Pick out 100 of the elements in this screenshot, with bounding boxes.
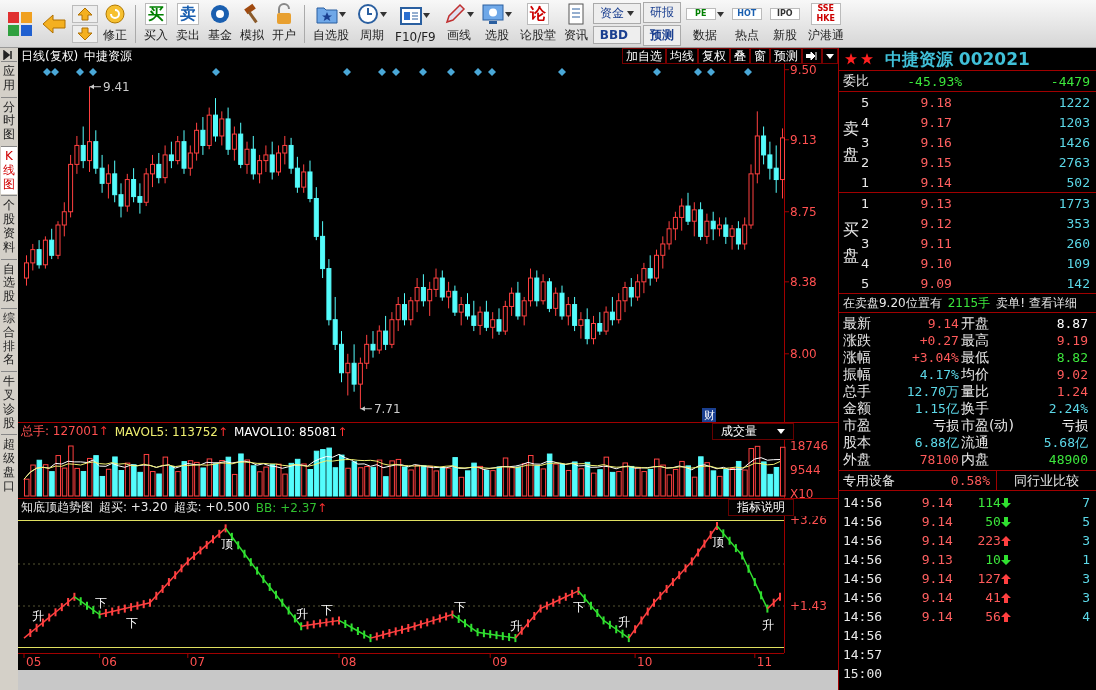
chart-button[interactable]: 加自选 <box>621 48 666 64</box>
legend-label: MAVOL5: 113752↑ <box>114 424 228 439</box>
toolbar-button[interactable]: 周期 <box>354 1 390 46</box>
signal-label: 升 <box>617 614 630 629</box>
tick-price: 9.13 <box>920 552 953 567</box>
notice-amount: 2115手 <box>947 294 991 312</box>
tick-volume: 50 <box>984 514 1001 529</box>
level-number: 3 <box>860 235 871 251</box>
tick-time: 14:56 <box>842 533 884 548</box>
toolbar-button[interactable]: 资金 <box>592 3 641 24</box>
glyph-icon: 论 <box>526 3 549 25</box>
level-number: 5 <box>860 275 871 291</box>
toolbar-button[interactable]: F10/F9 <box>392 1 439 46</box>
stat-value: 8.82 <box>1055 349 1089 366</box>
toolbar-button[interactable]: 买 买入 <box>141 1 171 46</box>
signal-label: 升 <box>510 619 523 634</box>
toolbar-button[interactable]: 自选股 <box>310 1 352 46</box>
axis-label: 9.13 <box>789 132 817 147</box>
toolbar-button[interactable]: 选股 <box>478 1 515 46</box>
glyph-icon: PE <box>685 8 716 20</box>
toolbar-button[interactable]: IPO 新股 <box>766 1 803 46</box>
stat-label: 最低 <box>960 349 990 366</box>
stat-label: 外盘 <box>842 451 872 468</box>
axis-label: 8.38 <box>789 274 817 289</box>
stat-value: 9.14 <box>926 315 960 332</box>
bid-price: 9.13 <box>919 195 953 211</box>
legend-label: 超卖: +0.500 <box>173 499 250 516</box>
toolbar-button[interactable]: 预测 <box>642 24 681 46</box>
tick-price: 9.14 <box>920 609 953 624</box>
level-number: 1 <box>860 174 871 190</box>
stat-value: 1.24 <box>1055 383 1089 400</box>
axis-label: 8.00 <box>789 346 817 361</box>
glyph-icon: 买 <box>145 3 167 25</box>
glyph-icon: HOT <box>731 8 762 20</box>
month-label: 09 <box>492 655 508 669</box>
bid-price: 9.09 <box>919 275 953 291</box>
tick-count: 1 <box>1081 552 1090 567</box>
stat-label: 最新 <box>842 315 872 332</box>
month-label: 11 <box>756 655 772 669</box>
book-side-label: 买盘 <box>841 219 860 267</box>
toolbar-button[interactable]: HOT 热点 <box>728 1 765 46</box>
side-tab[interactable]: K线图 <box>0 146 17 195</box>
signal-label: 下 <box>453 599 466 614</box>
toolbar-button[interactable]: 修正 <box>100 1 130 46</box>
bid-price: 9.10 <box>919 255 953 271</box>
level-number: 2 <box>860 154 871 170</box>
stat-value: 12.70万 <box>905 383 960 400</box>
stat-label: 振幅 <box>842 366 872 383</box>
toolbar-button[interactable]: 卖 卖出 <box>173 1 203 46</box>
detail-link[interactable]: 卖单! 查看详细 <box>996 294 1077 312</box>
toolbar-button[interactable]: 画线 <box>440 1 477 46</box>
tick-volume: 41 <box>984 590 1001 605</box>
glyph-icon: SSE HKE <box>810 3 841 25</box>
chart-button[interactable]: 窗 <box>749 48 770 64</box>
toolbar-button[interactable]: 资讯 <box>560 1 591 46</box>
chart-button[interactable]: 预测 <box>769 48 802 64</box>
toolbar-button[interactable]: 论 论股堂 <box>516 1 559 46</box>
tick-time: 14:56 <box>842 571 884 586</box>
tick-count: 3 <box>1081 533 1090 548</box>
tick-time: 14:57 <box>842 647 884 662</box>
help-button[interactable]: 指标说明 <box>727 499 794 516</box>
signal-label: 下 <box>321 603 334 618</box>
toolbar-button[interactable]: 基金 <box>205 1 235 46</box>
tick-price: 9.14 <box>920 495 953 510</box>
signal-label: 顶 <box>711 535 724 549</box>
chart-button[interactable]: 复权 <box>697 48 730 64</box>
legend-label: MAVOL10: 85081↑ <box>233 424 348 439</box>
toolbar-button[interactable]: PE 数据 <box>682 1 727 46</box>
toolbar-button[interactable]: SSE HKE 沪港通 <box>804 1 847 46</box>
stock-name: 中捷资源 <box>84 47 133 65</box>
tick-price: 9.14 <box>920 571 953 586</box>
chart-button[interactable]: 均线 <box>665 48 698 64</box>
indicator-select[interactable]: 成交量 <box>711 423 794 440</box>
legend-label: 知底顶趋势图 <box>20 499 93 516</box>
signal-label: 顶 <box>220 537 233 552</box>
bid-price: 9.11 <box>919 235 953 251</box>
tick-time: 14:56 <box>842 628 884 643</box>
signal-label: 下 <box>573 599 586 614</box>
stat-value: 5.68亿 <box>1042 434 1089 451</box>
stat-label: 市盈(动) <box>960 417 1015 434</box>
industry-change: 0.58% <box>949 473 991 488</box>
bid-volume: 142 <box>1065 275 1090 291</box>
month-label: 10 <box>637 655 653 669</box>
toolbar-button[interactable]: 开户 <box>269 1 299 46</box>
axis-label: 18746 <box>789 440 829 453</box>
tick-price: 9.14 <box>920 590 953 605</box>
legend-label: 总手: 127001↑ <box>20 423 109 440</box>
tick-price: 9.14 <box>920 514 953 529</box>
month-label: 08 <box>340 655 357 669</box>
ratio-amount: -4479 <box>1049 73 1090 89</box>
tick-count: 3 <box>1081 571 1090 586</box>
stat-value: 9.02 <box>1055 366 1089 383</box>
level-number: 3 <box>860 134 871 150</box>
bid-volume: 1222 <box>1057 94 1090 110</box>
toolbar-button[interactable]: BBD <box>592 26 641 44</box>
chart-button[interactable]: 叠 <box>729 48 750 64</box>
toolbar-button[interactable]: 模拟 <box>237 1 267 46</box>
low-price-label: 7.71 <box>373 401 401 416</box>
axis-label: 8.75 <box>789 204 817 219</box>
toolbar-button[interactable]: 研报 <box>642 1 681 23</box>
